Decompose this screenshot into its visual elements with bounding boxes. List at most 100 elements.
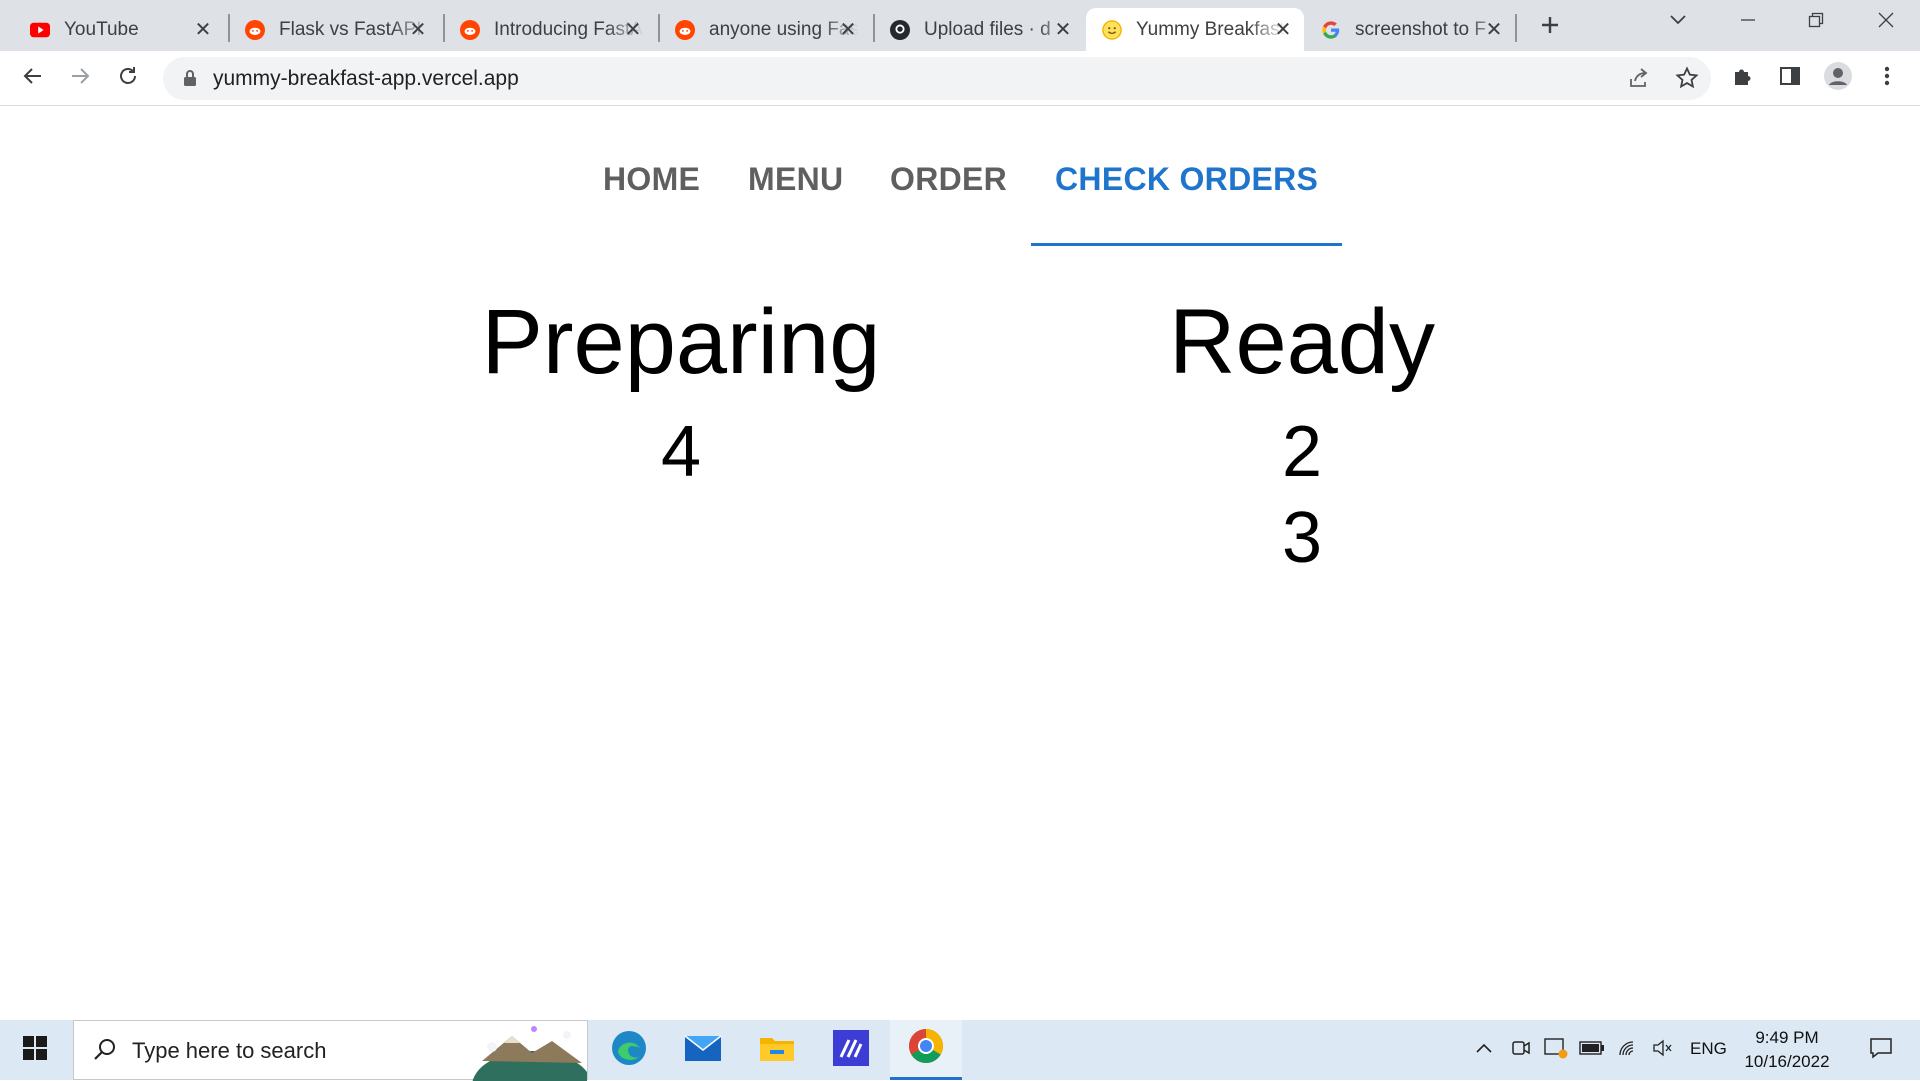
reload-icon [117,65,139,92]
close-window-button[interactable] [1856,0,1916,44]
preparing-heading: Preparing [481,291,881,393]
sync-warning-icon [1544,1037,1568,1064]
new-tab-button[interactable] [1535,10,1565,40]
tab-introducing-fastapi[interactable]: Introducing FastAPI ✕ [444,8,654,51]
side-panel-icon [1779,65,1801,92]
mail-icon [684,1033,722,1068]
search-highlight-illustration [472,1021,587,1081]
edge-icon [610,1029,648,1072]
tab-screenshot-to[interactable]: screenshot to F ✕ [1305,8,1515,51]
tab-search-button[interactable] [1648,0,1708,44]
ready-column: Ready 2 3 [1002,287,1602,581]
close-tab-icon[interactable]: ✕ [1052,18,1074,41]
tab-separator [1515,14,1517,42]
arrow-right-icon [69,65,91,92]
close-tab-icon[interactable]: ✕ [622,18,644,41]
arrow-left-icon [22,65,44,92]
clock-time: 9:49 PM [1755,1028,1819,1047]
page-content: HOME MENU ORDER CHECK ORDERS Preparing 4… [0,107,1920,1020]
ready-order-list: 2 3 [1002,409,1602,581]
windows-taskbar: Type here to search ENG 9:49 PM 10/16/20… [0,1020,1920,1081]
tray-battery[interactable] [1577,1020,1607,1080]
tab-flask-vs-fastapi[interactable]: Flask vs FastAPI ✕ [229,8,439,51]
taskbar-chrome[interactable] [890,1020,962,1080]
restore-button[interactable] [1786,0,1846,44]
browser-tabstrip: YouTube ✕ Flask vs FastAPI ✕ Introducing… [0,0,1920,51]
taskbar-clock[interactable]: 9:49 PM 10/16/2022 [1732,1026,1842,1074]
app-tile-icon [833,1029,869,1071]
taskbar-file-explorer[interactable] [741,1020,813,1080]
reload-button[interactable] [113,63,143,93]
chrome-icon [907,1027,945,1070]
notification-center-button[interactable] [1853,1020,1908,1080]
search-placeholder: Type here to search [132,1038,327,1063]
search-icon [92,1037,118,1068]
close-tab-icon[interactable]: ✕ [1272,18,1294,41]
forward-button[interactable] [65,63,95,93]
bookmark-star-icon[interactable] [1675,66,1699,95]
tray-network[interactable] [1613,1020,1643,1080]
github-icon [890,19,910,40]
taskbar-app-blue[interactable] [815,1020,887,1080]
speaker-muted-icon [1652,1038,1674,1063]
chevron-down-icon [1669,13,1687,31]
close-tab-icon[interactable]: ✕ [1483,18,1505,41]
taskbar-mail[interactable] [667,1020,739,1080]
nav-home[interactable]: HOME [603,161,700,198]
minimize-button[interactable] [1718,0,1778,44]
browser-toolbar: yummy-breakfast-app.vercel.app [0,51,1920,106]
tray-update[interactable] [1541,1020,1571,1080]
ready-heading: Ready [1169,291,1435,393]
chevron-up-icon [1475,1041,1493,1059]
battery-icon [1579,1040,1605,1060]
preparing-column: Preparing 4 [381,287,981,495]
nav-menu[interactable]: MENU [748,161,843,198]
tab-anyone-using-fastapi[interactable]: anyone using FastAPI ✕ [659,8,869,51]
lock-icon [183,69,197,92]
share-icon[interactable] [1627,66,1651,95]
close-tab-icon[interactable]: ✕ [192,18,214,41]
taskbar-search-box[interactable]: Type here to search [73,1020,588,1081]
tab-upload-files[interactable]: Upload files · d ✕ [874,8,1084,51]
minimize-icon [1740,12,1756,33]
tab-title: Yummy Breakfast [1136,18,1285,40]
back-button[interactable] [18,63,48,93]
input-language-indicator[interactable]: ENG [1690,1039,1727,1059]
url-text: yummy-breakfast-app.vercel.app [213,67,519,90]
tray-meet-now[interactable] [1508,1020,1534,1080]
notification-icon [1869,1037,1893,1064]
avatar-icon [1823,61,1853,96]
order-number: 2 [1281,412,1323,492]
reddit-icon [675,19,695,40]
show-hidden-icons-button[interactable] [1470,1020,1498,1080]
folder-icon [758,1032,796,1069]
top-navigation: HOME MENU ORDER CHECK ORDERS [0,107,1920,247]
camera-icon [1511,1038,1531,1063]
nav-check-orders[interactable]: CHECK ORDERS [1055,161,1318,198]
menu-button[interactable] [1872,63,1902,93]
windows-logo-icon [23,1035,47,1065]
taskbar-edge[interactable] [593,1020,665,1080]
close-tab-icon[interactable]: ✕ [407,18,429,41]
nav-order[interactable]: ORDER [890,161,1007,198]
tray-volume[interactable] [1648,1020,1678,1080]
more-vertical-icon [1884,65,1890,92]
tab-youtube[interactable]: YouTube ✕ [14,8,224,51]
extensions-button[interactable] [1728,63,1758,93]
tab-yummy-breakfast[interactable]: Yummy Breakfast ✕ [1086,8,1304,51]
order-number: 4 [660,412,702,492]
wifi-icon [1617,1038,1639,1063]
smiley-icon [1102,19,1122,40]
profile-button[interactable] [1823,61,1853,96]
address-bar[interactable]: yummy-breakfast-app.vercel.app [163,57,1711,100]
clock-date: 10/16/2022 [1744,1052,1830,1071]
preparing-order-list: 4 [381,409,981,495]
restore-icon [1808,12,1824,33]
side-panel-button[interactable] [1775,63,1805,93]
close-tab-icon[interactable]: ✕ [837,18,859,41]
reddit-icon [245,19,265,40]
google-icon [1321,20,1341,40]
active-nav-underline [1031,243,1342,246]
reddit-icon [460,19,480,40]
start-button[interactable] [0,1020,70,1080]
